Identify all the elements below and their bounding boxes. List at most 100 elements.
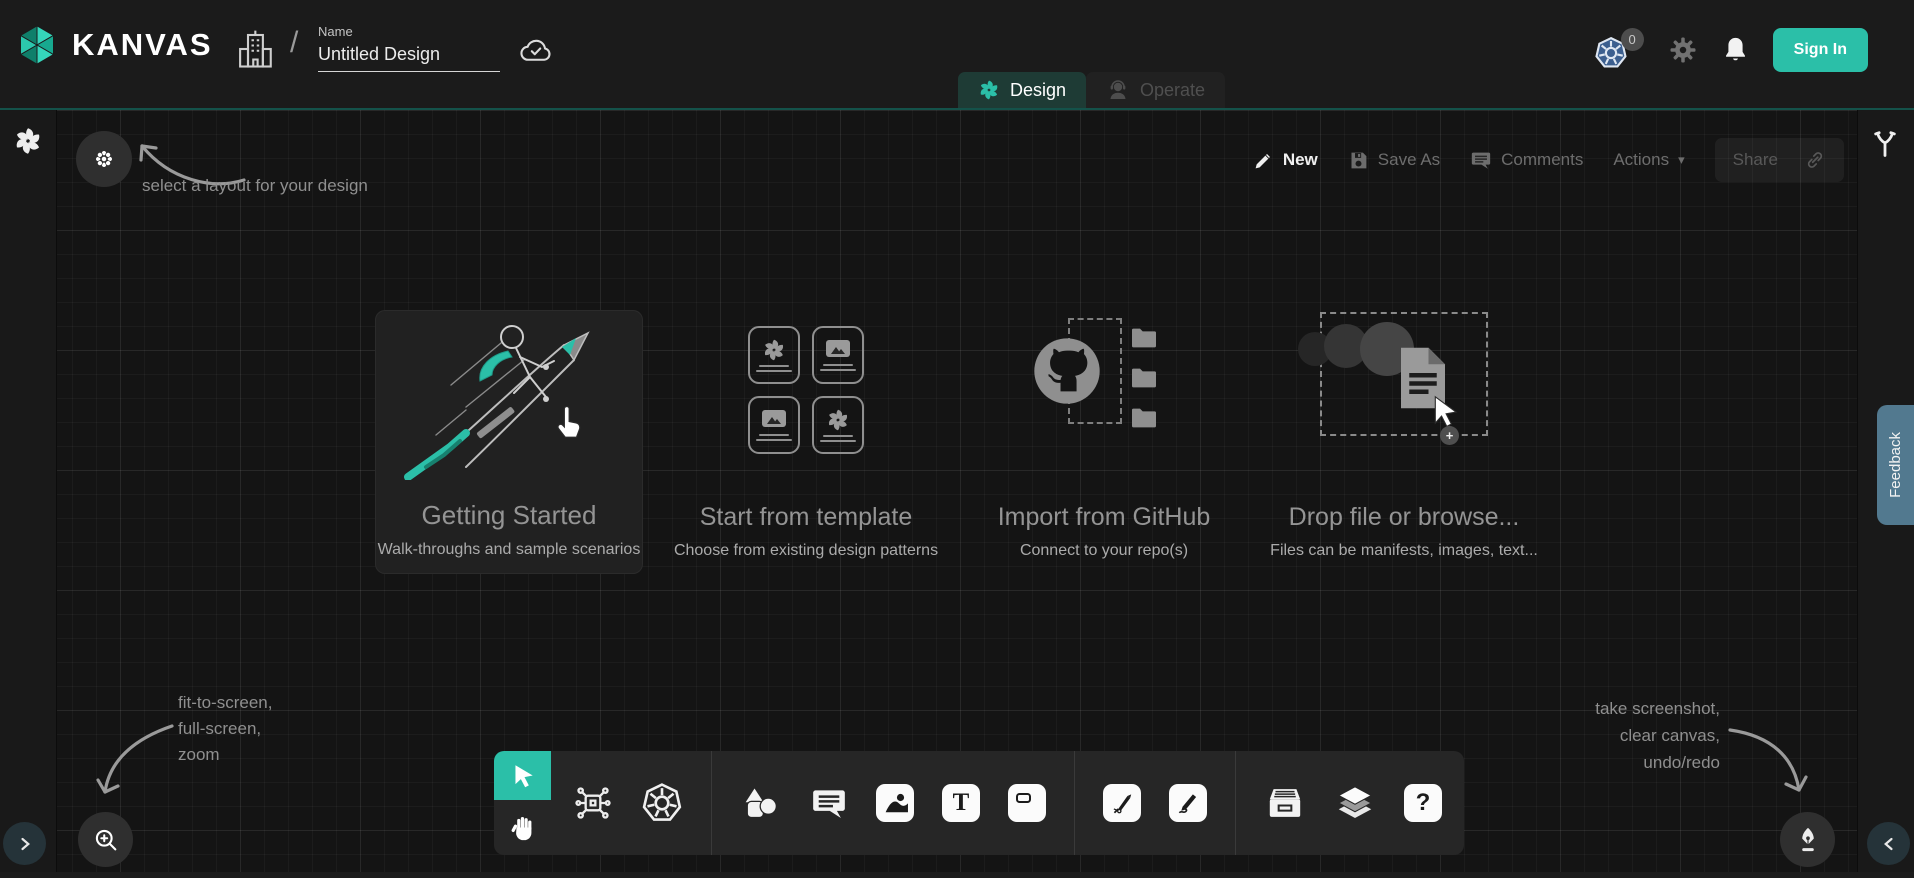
sign-in-button[interactable]: Sign In bbox=[1773, 28, 1868, 72]
getting-started-card[interactable]: Getting Started Walk-throughs and sample… bbox=[375, 310, 643, 574]
zoom-controls-button[interactable] bbox=[78, 812, 133, 867]
hand-icon bbox=[509, 813, 537, 843]
repo-folder-icon bbox=[1126, 402, 1162, 434]
floppy-save-icon bbox=[1348, 150, 1369, 171]
start-from-template-card[interactable]: Start from template Choose from existing… bbox=[682, 310, 930, 574]
comment-tool-button[interactable] bbox=[810, 784, 848, 822]
component-tool-button[interactable] bbox=[573, 783, 613, 823]
github-octocat-icon bbox=[1030, 334, 1104, 408]
organization-icon[interactable] bbox=[234, 26, 276, 72]
rocket-doodle-icon bbox=[396, 315, 616, 480]
expand-left-panel-button[interactable] bbox=[3, 822, 46, 865]
notifications-bell-icon[interactable] bbox=[1722, 35, 1749, 65]
caliper-tool-icon[interactable] bbox=[1871, 128, 1899, 162]
screenshot-pen-button[interactable] bbox=[1780, 812, 1835, 867]
settings-gear-icon[interactable] bbox=[1668, 35, 1698, 65]
left-sidebar bbox=[0, 110, 57, 878]
layers-tool-button[interactable] bbox=[1334, 783, 1376, 823]
zoom-hint-arrow bbox=[92, 712, 187, 807]
mode-tabs: Design Operate bbox=[958, 72, 1225, 108]
pencil-icon bbox=[1253, 150, 1274, 171]
share-button[interactable]: Share bbox=[1715, 138, 1844, 182]
collapse-right-panel-button[interactable] bbox=[1867, 822, 1910, 865]
share-label: Share bbox=[1733, 150, 1778, 170]
credits-badge: 0 bbox=[1621, 28, 1644, 51]
save-as-button[interactable]: Save As bbox=[1348, 150, 1440, 171]
image-icon bbox=[881, 789, 909, 817]
template-art bbox=[682, 310, 930, 503]
help-tool-button[interactable]: ? bbox=[1404, 784, 1442, 822]
hand-cursor-icon bbox=[551, 403, 587, 443]
flower-icon bbox=[91, 146, 117, 172]
chevron-left-icon bbox=[1879, 834, 1899, 854]
dock-divider bbox=[1235, 751, 1236, 855]
design-tab-label: Design bbox=[1010, 80, 1066, 101]
share-link-icon bbox=[1804, 149, 1826, 171]
github-art bbox=[978, 310, 1230, 503]
freehand-pencil-icon bbox=[1175, 790, 1201, 816]
new-button[interactable]: New bbox=[1253, 150, 1318, 171]
new-label: New bbox=[1283, 150, 1318, 170]
drawer-tool-button[interactable] bbox=[1264, 784, 1306, 822]
cloud-sync-icon bbox=[518, 34, 554, 66]
operate-tab-icon bbox=[1106, 78, 1130, 102]
card-title: Start from template bbox=[700, 503, 913, 532]
card-subtitle: Files can be manifests, images, text... bbox=[1270, 542, 1538, 560]
card-title: Drop file or browse... bbox=[1289, 503, 1520, 532]
pan-tool-button[interactable] bbox=[494, 800, 551, 855]
screenshot-hint-text: take screenshot, clear canvas, undo/redo bbox=[1595, 695, 1720, 776]
screenshot-hint-arrow bbox=[1722, 718, 1812, 803]
brand-name: KANVAS bbox=[72, 27, 213, 63]
shapes-icon bbox=[740, 783, 782, 823]
layout-picker-button[interactable] bbox=[76, 131, 132, 187]
kubernetes-credits[interactable]: 0 bbox=[1594, 28, 1644, 72]
magnifier-plus-icon bbox=[92, 826, 120, 854]
feedback-tab[interactable]: Feedback bbox=[1877, 405, 1914, 525]
pen-tool-button[interactable] bbox=[1103, 784, 1141, 822]
card-subtitle: Connect to your repo(s) bbox=[1020, 542, 1188, 560]
chevron-right-icon bbox=[15, 834, 35, 854]
breadcrumb-separator: / bbox=[290, 26, 298, 60]
meshery-spinner-icon[interactable] bbox=[13, 126, 43, 156]
drawer-icon bbox=[1264, 784, 1306, 822]
design-name-input[interactable] bbox=[318, 42, 500, 72]
kubernetes-tool-button[interactable] bbox=[641, 782, 683, 824]
canvas-actions-bar: New Save As Comments Actions ▾ Share bbox=[1253, 138, 1844, 182]
tab-design[interactable]: Design bbox=[958, 72, 1086, 108]
pen-path-icon bbox=[1109, 790, 1135, 816]
import-from-github-card[interactable]: Import from GitHub Connect to your repo(… bbox=[978, 310, 1230, 574]
template-tile-design2 bbox=[812, 396, 864, 454]
template-tiles bbox=[748, 326, 864, 454]
template-tile-image bbox=[812, 326, 864, 384]
tab-operate[interactable]: Operate bbox=[1086, 72, 1225, 108]
chevron-down-icon: ▾ bbox=[1678, 152, 1685, 168]
image-tool-button[interactable] bbox=[876, 784, 914, 822]
drop-file-card[interactable]: + Drop file or browse... Files can be ma… bbox=[1276, 310, 1532, 574]
repo-folder-icon bbox=[1126, 362, 1162, 394]
actions-dropdown[interactable]: Actions ▾ bbox=[1613, 150, 1684, 170]
pencil-tool-button[interactable] bbox=[1169, 784, 1207, 822]
design-name-label: Name bbox=[318, 24, 500, 39]
help-glyph: ? bbox=[1416, 789, 1431, 817]
template-tile-design bbox=[748, 326, 800, 384]
app-header: KANVAS / Name Design Operate bbox=[0, 0, 1914, 108]
dock-divider bbox=[1074, 751, 1075, 855]
design-canvas[interactable]: select a layout for your design New Save… bbox=[0, 108, 1914, 878]
operate-tab-label: Operate bbox=[1140, 80, 1205, 101]
pen-nib-icon bbox=[1794, 825, 1822, 855]
brand[interactable]: KANVAS bbox=[14, 22, 213, 68]
board-tool-button[interactable] bbox=[1008, 784, 1046, 822]
select-tool-button[interactable] bbox=[494, 751, 551, 800]
kanvas-logo-icon bbox=[14, 22, 60, 68]
shapes-tool-button[interactable] bbox=[740, 783, 782, 823]
template-tile-image2 bbox=[748, 396, 800, 454]
save-as-label: Save As bbox=[1378, 150, 1440, 170]
comment-icon bbox=[810, 784, 848, 822]
bottom-strip bbox=[0, 872, 1914, 878]
text-tool-glyph: T bbox=[953, 789, 970, 817]
feedback-label: Feedback bbox=[1887, 432, 1904, 498]
chip-icon bbox=[573, 783, 613, 823]
cursor-arrow-icon bbox=[510, 762, 536, 790]
comments-button[interactable]: Comments bbox=[1470, 149, 1583, 171]
text-tool-button[interactable]: T bbox=[942, 784, 980, 822]
